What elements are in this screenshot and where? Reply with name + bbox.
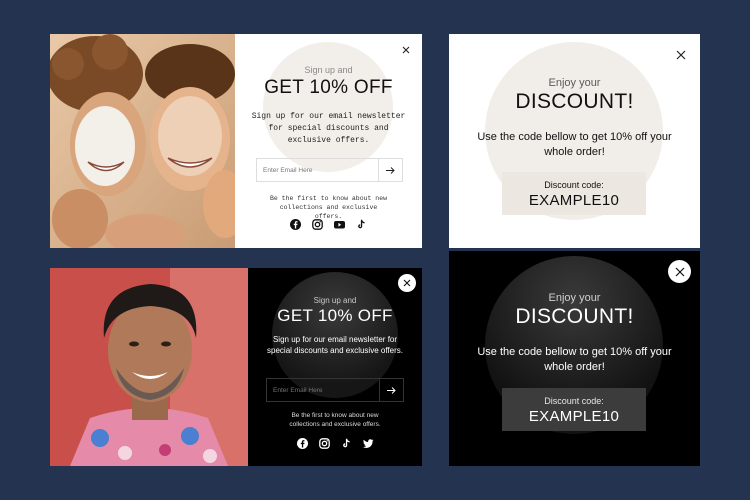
headline: DISCOUNT! — [515, 90, 634, 113]
close-icon — [675, 267, 684, 276]
email-input[interactable] — [257, 159, 378, 181]
code-value: EXAMPLE10 — [528, 192, 620, 209]
smiling-man-photo — [50, 268, 248, 466]
tiktok-icon[interactable] — [356, 217, 367, 229]
email-form — [256, 158, 403, 182]
close-button[interactable] — [668, 260, 691, 283]
close-button[interactable] — [396, 40, 416, 60]
submit-button[interactable] — [378, 159, 402, 181]
youtube-icon[interactable] — [334, 217, 345, 229]
headline: DISCOUNT! — [515, 305, 634, 328]
discount-code-box[interactable]: Discount code: EXAMPLE10 — [502, 388, 646, 431]
email-input[interactable] — [267, 379, 379, 401]
instagram-icon[interactable] — [318, 436, 330, 449]
facebook-icon[interactable] — [296, 436, 308, 449]
discount-popup-light: Enjoy your DISCOUNT! Use the code bellow… — [449, 34, 700, 248]
note-text: Be the first to know about new collectio… — [289, 412, 381, 428]
close-icon — [403, 279, 411, 287]
newsletter-panel: Sign up and GET 10% OFF Sign up for our … — [235, 34, 422, 248]
discount-popup-dark: Enjoy your DISCOUNT! Use the code bellow… — [449, 251, 700, 466]
newsletter-popup-dark: Sign up and GET 10% OFF Sign up for our … — [50, 268, 422, 466]
kicker-text: Sign up and — [304, 65, 353, 75]
close-icon — [676, 50, 686, 60]
discount-code-box[interactable]: Discount code: EXAMPLE10 — [502, 172, 646, 215]
newsletter-popup-light: Sign up and GET 10% OFF Sign up for our … — [50, 34, 422, 248]
code-label: Discount code: — [544, 396, 604, 406]
description: Sign up for our email newsletter for spe… — [251, 112, 406, 145]
close-button[interactable] — [670, 44, 692, 66]
kicker-text: Sign up and — [313, 296, 357, 305]
description: Sign up for our email newsletter for spe… — [267, 335, 403, 355]
newsletter-panel: Sign up and GET 10% OFF Sign up for our … — [248, 268, 422, 466]
women-face-mask-photo — [50, 34, 235, 248]
decorative-arch — [263, 42, 393, 172]
arrow-right-icon — [387, 386, 396, 394]
description: Use the code bellow to get 10% off your … — [477, 346, 672, 373]
social-links — [235, 217, 422, 230]
code-value: EXAMPLE10 — [528, 408, 620, 425]
twitter-icon[interactable] — [362, 436, 374, 448]
headline: GET 10% OFF — [277, 306, 393, 325]
tiktok-icon[interactable] — [341, 436, 352, 448]
submit-button[interactable] — [379, 379, 403, 401]
kicker-text: Enjoy your — [548, 77, 601, 89]
facebook-icon[interactable] — [290, 217, 301, 230]
social-links — [248, 436, 422, 449]
arrow-right-icon — [386, 166, 395, 174]
headline: GET 10% OFF — [264, 77, 393, 98]
kicker-text: Enjoy your — [548, 292, 601, 304]
close-button[interactable] — [398, 274, 416, 292]
code-label: Discount code: — [544, 180, 604, 190]
instagram-icon[interactable] — [312, 217, 323, 230]
close-icon — [402, 46, 410, 54]
email-form — [266, 378, 404, 402]
description: Use the code bellow to get 10% off your … — [477, 131, 672, 158]
